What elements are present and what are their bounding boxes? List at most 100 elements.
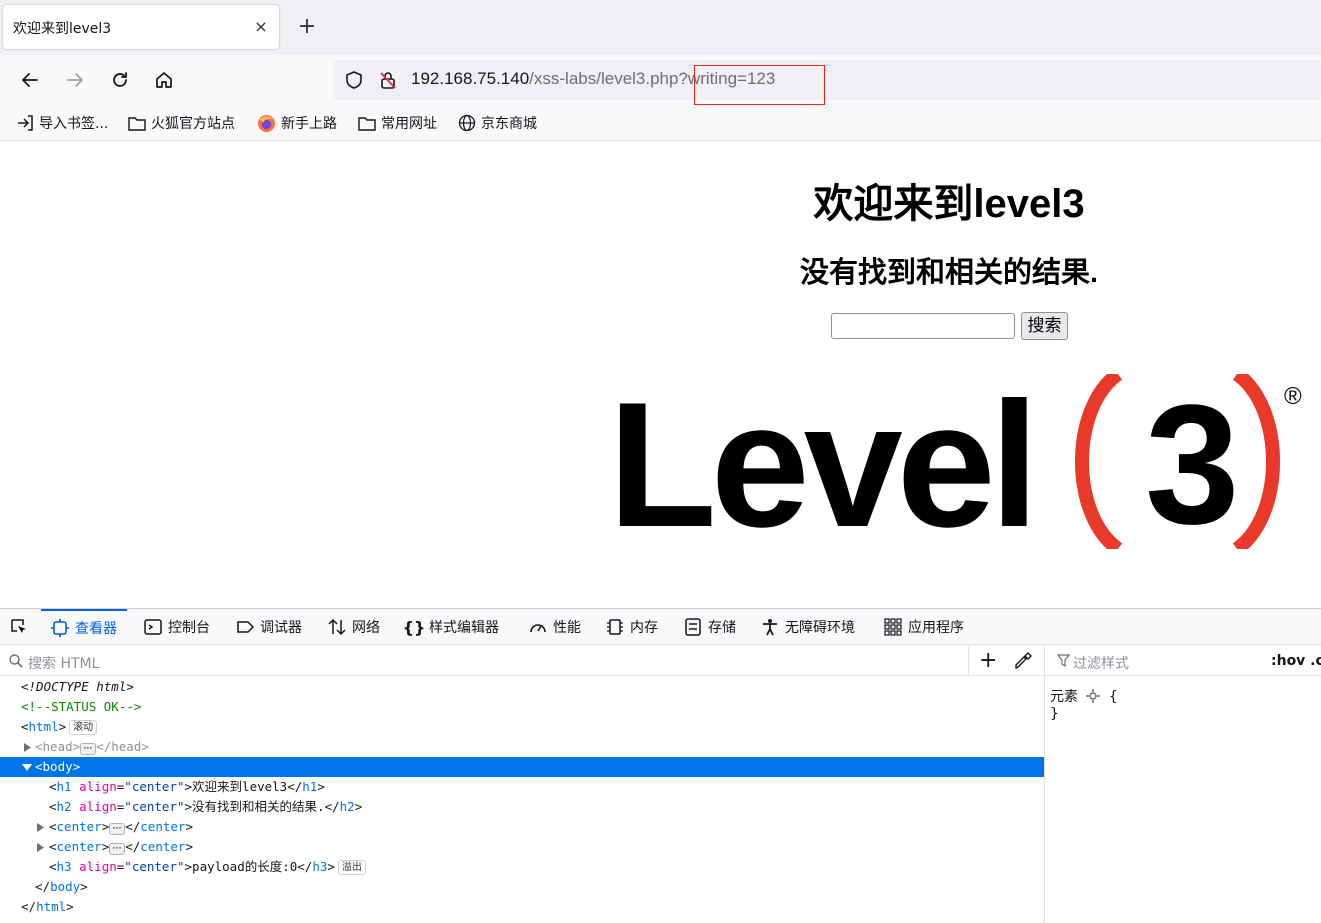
tab-memory[interactable]: 内存 bbox=[606, 609, 658, 645]
network-icon bbox=[328, 618, 346, 636]
tab-network[interactable]: 网络 bbox=[328, 609, 380, 645]
tab-label: 无障碍环境 bbox=[785, 620, 855, 636]
import-icon bbox=[18, 115, 33, 131]
console-icon bbox=[144, 619, 162, 635]
tab-close-icon[interactable]: × bbox=[251, 17, 271, 37]
url-query-highlight-box bbox=[694, 65, 825, 105]
folder-icon bbox=[358, 117, 376, 131]
markup-line-head[interactable]: <head> ··· </head> bbox=[0, 737, 1044, 757]
markup-tree: <!DOCTYPE html> <!--STATUS OK--> <html> 滚… bbox=[0, 677, 1044, 923]
bookmark-import[interactable]: 导入书签... bbox=[16, 113, 108, 133]
forward-arrow-icon[interactable] bbox=[62, 67, 88, 93]
tab-inspector[interactable]: 查看器 bbox=[41, 609, 127, 645]
bookmarks-toolbar: 导入书签... 火狐官方站点 新手上路 常用网址 京东商城 bbox=[0, 105, 1321, 141]
bookmark-label: 京东商城 bbox=[481, 116, 537, 132]
filter-styles-row: 过滤样式 :hov .c bbox=[1045, 646, 1321, 676]
home-icon[interactable] bbox=[151, 67, 177, 93]
gear-icon[interactable] bbox=[1086, 689, 1101, 703]
markup-line-comment[interactable]: <!--STATUS OK--> bbox=[0, 697, 1044, 717]
tab-label: 内存 bbox=[630, 620, 658, 636]
back-arrow-icon[interactable] bbox=[17, 67, 43, 93]
tab-label: 应用程序 bbox=[908, 620, 964, 636]
bookmark-jd[interactable]: 京东商城 bbox=[458, 113, 537, 133]
markup-line-body-close[interactable]: </body> bbox=[0, 877, 1044, 897]
bookmark-label: 导入书签... bbox=[39, 116, 109, 132]
scroll-badge[interactable]: 滚动 bbox=[69, 720, 98, 735]
eyedropper-icon[interactable] bbox=[1014, 652, 1032, 674]
bookmark-getting-started[interactable]: 新手上路 bbox=[257, 113, 337, 133]
logo-left-paren bbox=[1075, 374, 1123, 549]
reload-icon[interactable] bbox=[107, 67, 133, 93]
hov-toggle-button[interactable]: :hov .c bbox=[1271, 653, 1321, 669]
markup-line-doctype[interactable]: <!DOCTYPE html> bbox=[0, 677, 1044, 697]
tab-accessibility[interactable]: 无障碍环境 bbox=[761, 609, 855, 645]
rule-close-brace: } bbox=[1050, 706, 1059, 722]
accessibility-icon bbox=[763, 619, 777, 636]
add-node-button[interactable]: + bbox=[979, 650, 997, 672]
folder-icon bbox=[128, 117, 146, 131]
markup-line-center-1[interactable]: <center> ··· </center> bbox=[0, 817, 1044, 837]
rules-pane: 过滤样式 :hov .c 元素 { } bbox=[1044, 646, 1321, 923]
navigation-bar: 192.168.75.140/xss-labs/level3.php?writi… bbox=[0, 55, 1321, 105]
expand-triangle-icon bbox=[24, 743, 31, 752]
bookmark-label: 常用网址 bbox=[381, 116, 437, 132]
filter-styles-input[interactable]: 过滤样式 bbox=[1073, 653, 1129, 673]
collapse-triangle-icon bbox=[22, 764, 32, 771]
search-button[interactable]: 搜索 bbox=[1021, 312, 1068, 340]
collapsed-ellipsis[interactable]: ··· bbox=[109, 843, 126, 855]
insecure-lock-icon[interactable] bbox=[378, 70, 398, 94]
markup-line-h3[interactable]: <h3 align="center">payload的长度:0</h3> 溢出 bbox=[0, 857, 1044, 877]
html-search-input[interactable]: 搜索 HTML bbox=[28, 653, 99, 673]
markup-line-html-close[interactable]: </html> bbox=[0, 897, 1044, 917]
firefox-icon bbox=[257, 114, 276, 132]
element-rule[interactable]: 元素 { bbox=[1050, 686, 1118, 706]
bookmark-label: 火狐官方站点 bbox=[151, 116, 235, 132]
search-result-heading: 没有找到和相关的结果. bbox=[799, 257, 1099, 289]
page-content: 欢迎来到level3 没有找到和相关的结果. 搜索 Level 3 ® bbox=[0, 141, 1321, 608]
divider bbox=[968, 646, 969, 676]
logo-text: Level bbox=[608, 374, 1033, 549]
tab-storage[interactable]: 存储 bbox=[684, 609, 736, 645]
logo-number: 3 bbox=[1145, 374, 1240, 549]
globe-icon bbox=[458, 114, 476, 132]
tab-title: 欢迎来到level3 bbox=[13, 21, 112, 37]
inspector-icon bbox=[51, 619, 69, 637]
tab-performance[interactable]: 性能 bbox=[529, 609, 581, 645]
search-input[interactable] bbox=[831, 313, 1015, 339]
markup-line-html[interactable]: <html> 滚动 bbox=[0, 717, 1044, 737]
storage-icon bbox=[685, 618, 701, 636]
tab-label: 调试器 bbox=[260, 620, 302, 636]
devtools-panel: 查看器 控制台 调试器 网络 {} 样式编辑器 性能 内存 存储 无障碍环境 应… bbox=[0, 608, 1321, 923]
level3-logo: Level 3 ® bbox=[608, 374, 1302, 549]
tab-application[interactable]: 应用程序 bbox=[884, 609, 964, 645]
tab-console[interactable]: 控制台 bbox=[144, 609, 210, 645]
logo-right-paren bbox=[1232, 374, 1280, 549]
tab-label: 查看器 bbox=[75, 621, 117, 637]
expand-triangle-icon bbox=[37, 823, 44, 832]
overflow-badge[interactable]: 溢出 bbox=[337, 860, 366, 875]
bookmark-common-sites[interactable]: 常用网址 bbox=[358, 113, 437, 133]
browser-tab[interactable]: 欢迎来到level3 × bbox=[3, 5, 279, 49]
element-picker-icon[interactable] bbox=[9, 609, 29, 645]
tab-style-editor[interactable]: {} 样式编辑器 bbox=[403, 609, 499, 645]
logo-registered-mark: ® bbox=[1284, 383, 1302, 410]
markup-line-h2[interactable]: <h2 align="center">没有找到和相关的结果.</h2> bbox=[0, 797, 1044, 817]
bookmark-label: 新手上路 bbox=[281, 116, 337, 132]
bookmark-firefox-site[interactable]: 火狐官方站点 bbox=[128, 113, 235, 133]
markup-line-body-selected[interactable]: <body> bbox=[0, 757, 1044, 777]
url-bar[interactable]: 192.168.75.140/xss-labs/level3.php?writi… bbox=[334, 60, 1321, 105]
markup-line-center-2[interactable]: <center> ··· </center> bbox=[0, 837, 1044, 857]
collapsed-ellipsis[interactable]: ··· bbox=[109, 823, 126, 835]
gauge-icon bbox=[530, 624, 546, 633]
tab-label: 控制台 bbox=[168, 620, 210, 636]
new-tab-button[interactable]: + bbox=[295, 15, 319, 39]
shield-icon[interactable] bbox=[344, 70, 364, 94]
collapsed-ellipsis[interactable]: ··· bbox=[80, 743, 97, 755]
page-title: 欢迎来到level3 bbox=[813, 182, 1085, 226]
tab-label: 样式编辑器 bbox=[429, 620, 499, 636]
tab-label: 性能 bbox=[553, 620, 581, 636]
tab-debugger[interactable]: 调试器 bbox=[236, 609, 302, 645]
tab-label: 存储 bbox=[708, 620, 736, 636]
markup-line-h1[interactable]: <h1 align="center">欢迎来到level3</h1> bbox=[0, 777, 1044, 797]
devtools-toolbar: 查看器 控制台 调试器 网络 {} 样式编辑器 性能 内存 存储 无障碍环境 应… bbox=[0, 609, 1321, 645]
